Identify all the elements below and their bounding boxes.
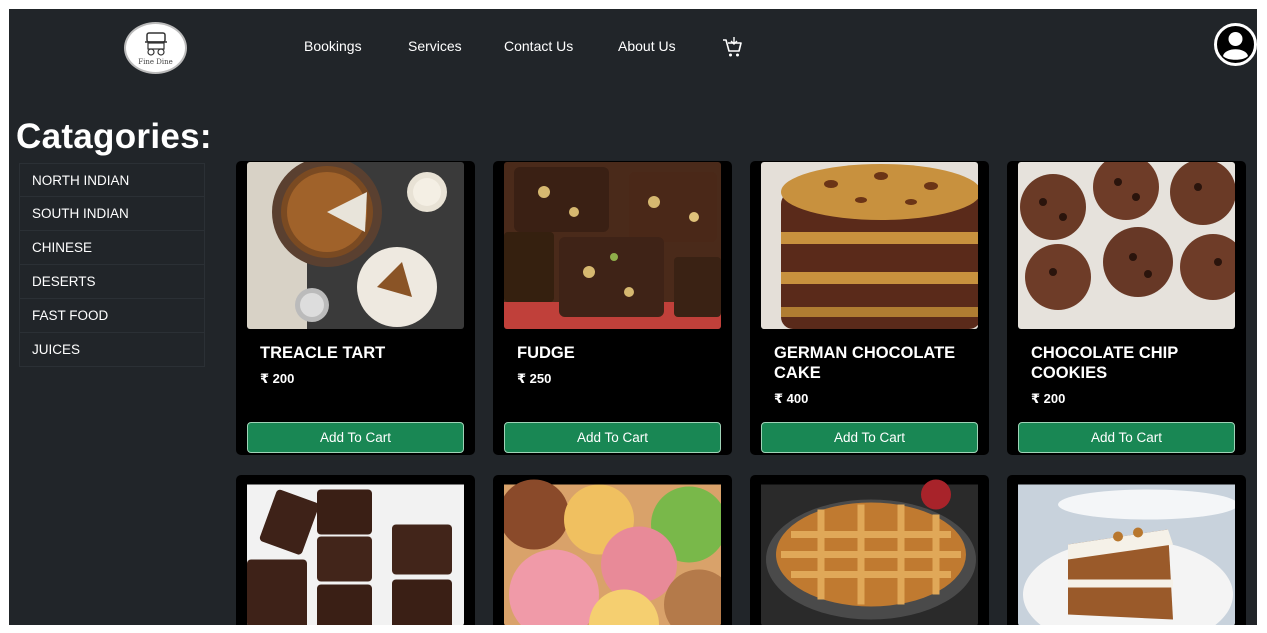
product-image-fudge xyxy=(504,162,721,329)
product-image-carrot-cake xyxy=(1018,476,1235,625)
category-item-south-indian[interactable]: SOUTH INDIAN xyxy=(19,197,205,231)
product-price: ₹ 200 xyxy=(260,371,295,386)
product-image-pie xyxy=(761,476,978,625)
product-card xyxy=(493,475,732,625)
product-card: CHOCOLATE CHIP COOKIES ₹ 200 Add To Cart xyxy=(1007,161,1246,455)
nav-link-services[interactable]: Services xyxy=(408,38,462,54)
product-name: CHOCOLATE CHIP COOKIES xyxy=(1031,344,1178,382)
product-image-brownies xyxy=(247,476,464,625)
shopping-cart-icon[interactable] xyxy=(722,36,742,58)
product-price: ₹ 400 xyxy=(774,391,809,406)
category-list: NORTH INDIAN SOUTH INDIAN CHINESE DESERT… xyxy=(19,163,205,367)
user-circle-icon[interactable] xyxy=(1214,23,1257,66)
add-to-cart-button[interactable]: Add To Cart xyxy=(504,422,721,453)
product-card xyxy=(1007,475,1246,625)
nav-link-bookings[interactable]: Bookings xyxy=(304,38,362,54)
navbar: Fine Dine Bookings Services Contact Us A… xyxy=(9,9,1257,86)
product-image-chocolate-chip-cookies xyxy=(1018,162,1235,329)
product-price: ₹ 200 xyxy=(1031,391,1066,406)
product-price: ₹ 250 xyxy=(517,371,552,386)
product-card: FUDGE ₹ 250 Add To Cart xyxy=(493,161,732,455)
product-name: GERMAN CHOCOLATE CAKE xyxy=(774,344,956,382)
product-name: FUDGE xyxy=(517,344,575,362)
product-card: TREACLE TART ₹ 200 Add To Cart xyxy=(236,161,475,455)
category-item-north-indian[interactable]: NORTH INDIAN xyxy=(19,163,205,197)
food-cart-logo-icon xyxy=(144,31,167,56)
add-to-cart-button[interactable]: Add To Cart xyxy=(761,422,978,453)
nav-link-contact-us[interactable]: Contact Us xyxy=(504,38,573,54)
product-image-ice-cream xyxy=(504,476,721,625)
add-to-cart-button[interactable]: Add To Cart xyxy=(247,422,464,453)
product-card xyxy=(236,475,475,625)
logo[interactable]: Fine Dine xyxy=(124,22,187,74)
categories-heading: Catagories: xyxy=(16,117,212,156)
product-name: TREACLE TART xyxy=(260,344,386,362)
category-item-fast-food[interactable]: FAST FOOD xyxy=(19,299,205,333)
logo-text: Fine Dine xyxy=(138,57,173,66)
product-image-german-chocolate-cake xyxy=(761,162,978,329)
category-item-juices[interactable]: JUICES xyxy=(19,333,205,367)
product-card: GERMAN CHOCOLATE CAKE ₹ 400 Add To Cart xyxy=(750,161,989,455)
nav-link-about-us[interactable]: About Us xyxy=(618,38,676,54)
app-frame: Fine Dine Bookings Services Contact Us A… xyxy=(9,9,1257,625)
category-item-chinese[interactable]: CHINESE xyxy=(19,231,205,265)
product-card xyxy=(750,475,989,625)
add-to-cart-button[interactable]: Add To Cart xyxy=(1018,422,1235,453)
product-image-treacle-tart xyxy=(247,162,464,329)
category-item-deserts[interactable]: DESERTS xyxy=(19,265,205,299)
